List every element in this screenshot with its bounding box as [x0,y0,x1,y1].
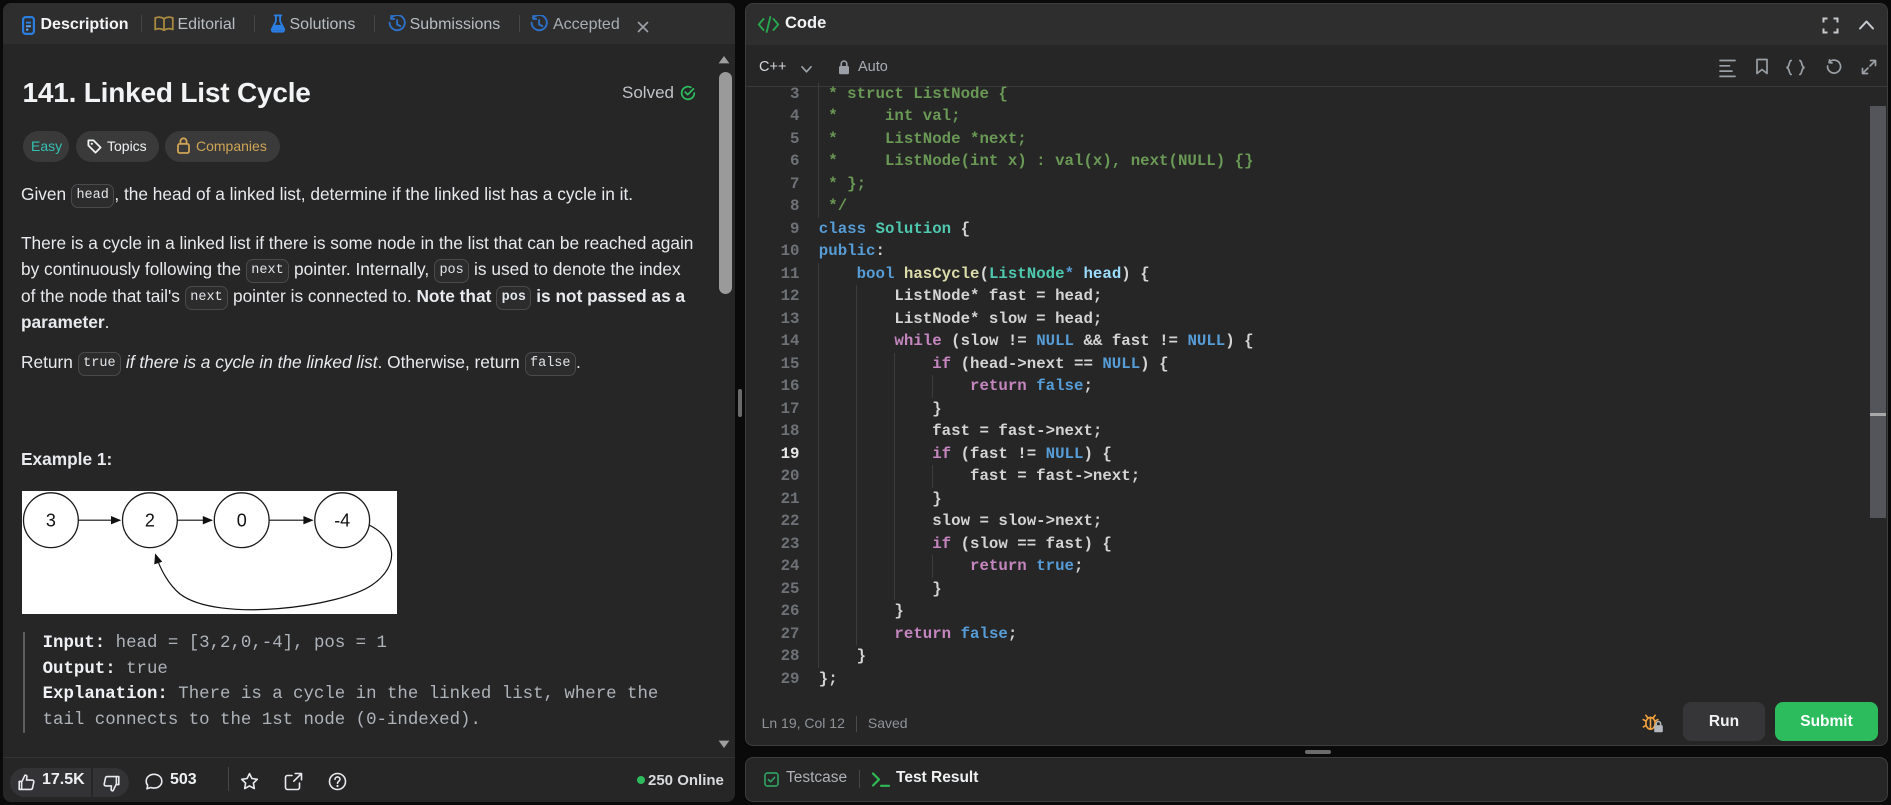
svg-text:2: 2 [144,510,154,530]
svg-text:0: 0 [236,510,246,530]
svg-text:3: 3 [45,510,55,530]
svg-text:-4: -4 [334,510,350,530]
